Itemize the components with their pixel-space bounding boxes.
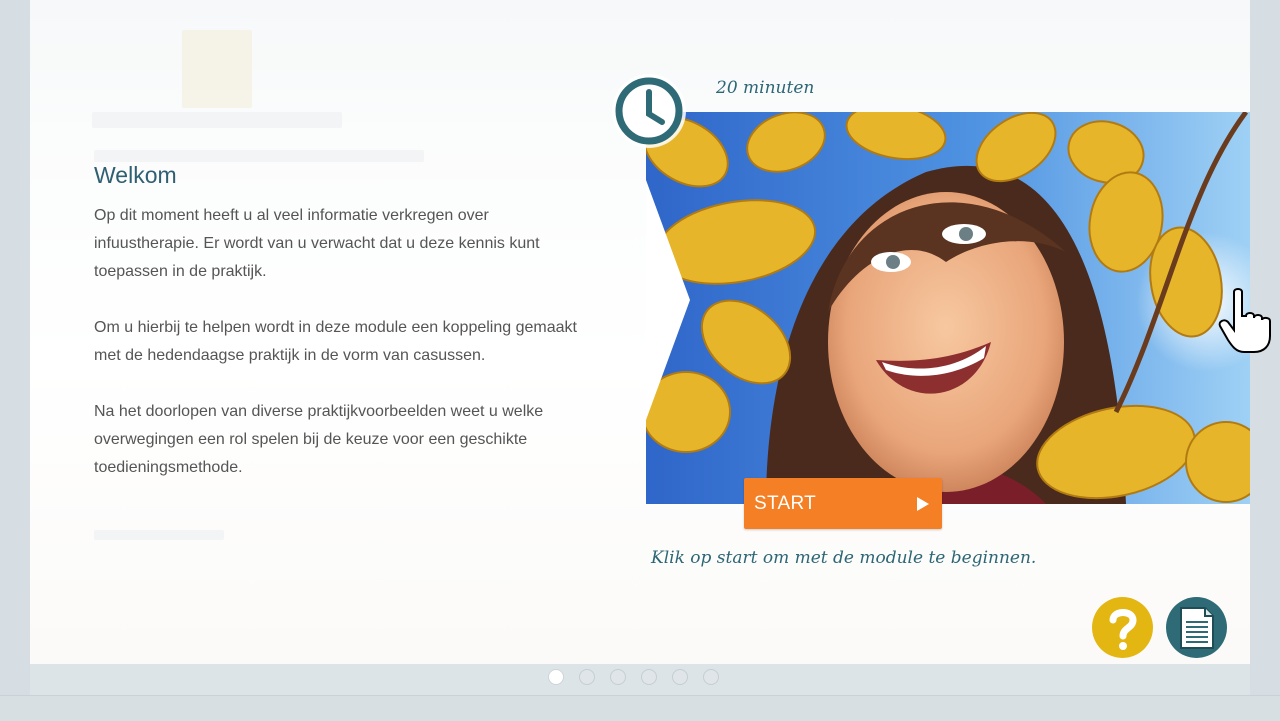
background-ghost xyxy=(94,530,224,540)
background-ghost xyxy=(182,30,252,108)
intro-text: Op dit moment heeft u al veel informatie… xyxy=(94,202,584,510)
intro-paragraph: Na het doorlopen van diverse praktijkvoo… xyxy=(94,403,544,476)
page-dot-2[interactable] xyxy=(579,669,595,685)
page-indicator xyxy=(548,669,719,687)
help-button[interactable] xyxy=(1092,597,1153,658)
photo-notch xyxy=(646,180,690,420)
bottom-bar xyxy=(0,695,1280,721)
play-arrow-icon xyxy=(917,497,929,511)
page-title: Welkom xyxy=(94,162,177,188)
page-dot-1[interactable] xyxy=(548,669,564,685)
intro-paragraph: Op dit moment heeft u al veel informatie… xyxy=(94,207,540,280)
page-dot-6[interactable] xyxy=(703,669,719,685)
page-dot-5[interactable] xyxy=(672,669,688,685)
duration-label: 20 minuten xyxy=(716,78,815,98)
page-dot-4[interactable] xyxy=(641,669,657,685)
hero-photo xyxy=(646,112,1250,504)
document-icon xyxy=(1179,606,1214,649)
background-ghost xyxy=(92,112,342,128)
start-instruction: Klik op start om met de module te beginn… xyxy=(651,548,1037,568)
autumn-portrait-illustration xyxy=(646,112,1250,504)
clock-icon xyxy=(615,77,683,145)
hand-cursor-icon xyxy=(1218,288,1271,353)
clock-badge xyxy=(612,74,686,148)
intro-paragraph: Om u hierbij te helpen wordt in deze mod… xyxy=(94,319,577,364)
start-button[interactable]: START xyxy=(744,478,942,529)
frame-left xyxy=(0,0,30,695)
document-button[interactable] xyxy=(1166,597,1227,658)
question-mark-icon xyxy=(1109,608,1137,650)
page-dot-3[interactable] xyxy=(610,669,626,685)
start-button-label: START xyxy=(754,493,817,514)
background-ghost xyxy=(94,150,424,162)
